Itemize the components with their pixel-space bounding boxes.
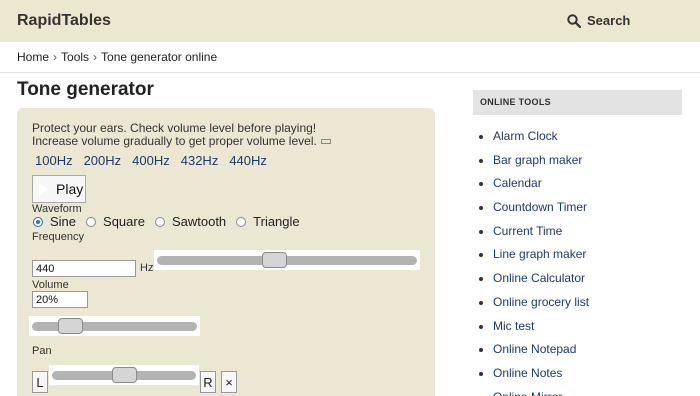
pan-right-button[interactable]: R — [200, 371, 216, 393]
breadcrumb-home[interactable]: Home — [17, 50, 49, 64]
sidebar-tool-link[interactable]: Alarm Clock — [479, 129, 589, 153]
waveform-sine-label: Sine — [50, 214, 77, 229]
tone-generator-panel: Protect your ears. Check volume level be… — [17, 108, 435, 396]
sidebar-tool-label: Current Time — [493, 223, 563, 238]
site-logo[interactable]: RapidTables — [17, 12, 111, 30]
sidebar-tool-label: Mic test — [493, 318, 535, 333]
sidebar-tool-link[interactable]: Online Notepad — [479, 342, 589, 366]
top-bar: RapidTables Search — [0, 0, 700, 42]
waveform-sawtooth-label: Sawtooth — [171, 214, 227, 229]
breadcrumb-current: Tone generator online — [101, 50, 218, 64]
volume-slider-thumb[interactable] — [58, 318, 83, 334]
preset-440hz[interactable]: 440Hz — [229, 153, 267, 168]
volume-input[interactable] — [32, 291, 88, 308]
sidebar-tool-label: Bar graph maker — [493, 152, 583, 167]
volume-slider-track — [32, 322, 197, 331]
sidebar-tool-label: Alarm Clock — [493, 129, 558, 143]
sidebar-tool-link[interactable]: Countdown Timer — [479, 200, 589, 224]
pan-slider[interactable] — [49, 365, 199, 385]
search-button[interactable]: Search — [567, 13, 630, 28]
waveform-options: Sine Square Sawtooth Triangle — [33, 214, 310, 229]
bullet-icon — [479, 324, 483, 329]
radio-triangle[interactable] — [236, 216, 247, 227]
preset-400hz[interactable]: 400Hz — [132, 153, 170, 168]
pan-left-button[interactable]: L — [32, 371, 48, 393]
sidebar-heading: ONLINE TOOLS — [473, 90, 682, 115]
preset-200hz[interactable]: 200Hz — [84, 153, 122, 168]
sidebar-tool-link[interactable]: Calendar — [479, 176, 589, 200]
breadcrumb-separator: › — [93, 50, 98, 64]
bullet-icon — [479, 229, 483, 234]
radio-sawtooth[interactable] — [154, 216, 165, 227]
bullet-icon — [479, 253, 483, 258]
bullet-icon — [479, 182, 483, 187]
frequency-slider-track — [157, 256, 417, 265]
sidebar-tool-link[interactable]: Current Time — [479, 224, 589, 248]
sidebar-tool-label: Online grocery list — [493, 294, 590, 309]
sidebar-tool-label: Calendar — [493, 176, 542, 191]
frequency-label: Frequency — [32, 231, 84, 243]
sidebar-tool-label: Online Calculator — [493, 271, 586, 286]
sidebar-tool-label: Online Mirror — [493, 390, 562, 396]
pan-label: Pan — [32, 345, 52, 357]
header-divider — [0, 72, 700, 73]
pan-reset-button[interactable]: × — [221, 371, 237, 393]
sidebar-tool-label: Online Notepad — [493, 342, 577, 357]
sidebar-tool-link[interactable]: Online Mirror — [479, 390, 589, 396]
sidebar-tool-link[interactable]: Online Calculator — [479, 271, 589, 295]
volume-label: Volume — [32, 279, 69, 291]
waveform-triangle-label: Triangle — [253, 214, 300, 229]
frequency-presets: 100Hz 200Hz 400Hz 432Hz 440Hz — [35, 153, 267, 168]
sidebar-tool-link[interactable]: Mic test — [479, 319, 589, 343]
warning-line-2: Increase volume gradually to get proper … — [32, 134, 317, 148]
search-icon — [567, 13, 581, 28]
frequency-slider-thumb[interactable] — [262, 252, 287, 268]
breadcrumb: Home › Tools › Tone generator online — [17, 50, 217, 64]
preset-100hz[interactable]: 100Hz — [35, 153, 73, 168]
volume-slider[interactable] — [29, 316, 200, 336]
frequency-slider[interactable] — [154, 250, 420, 270]
waveform-sawtooth[interactable]: Sawtooth — [154, 214, 227, 229]
bullet-icon — [479, 371, 483, 376]
sidebar-tool-link[interactable]: Bar graph maker — [479, 153, 589, 177]
sidebar-tool-label: Line graph maker — [493, 247, 587, 262]
breadcrumb-tools[interactable]: Tools — [61, 50, 89, 64]
frequency-input[interactable] — [32, 260, 136, 277]
preset-432hz[interactable]: 432Hz — [181, 153, 219, 168]
sidebar-tool-label: Countdown Timer — [493, 200, 588, 215]
warning-toggle[interactable] — [320, 139, 331, 145]
sidebar-tool-link[interactable]: Line graph maker — [479, 247, 589, 271]
search-label: Search — [587, 13, 631, 28]
bullet-icon — [479, 300, 483, 305]
sidebar-tool-label: Online Notes — [493, 365, 563, 380]
waveform-sine[interactable]: Sine — [33, 214, 76, 229]
waveform-square-label: Square — [103, 214, 145, 229]
breadcrumb-separator: › — [53, 50, 58, 64]
play-icon — [39, 183, 48, 195]
frequency-unit: Hz — [140, 262, 154, 274]
sidebar-tool-link[interactable]: Online Notes — [479, 366, 589, 390]
bullet-icon — [479, 158, 483, 163]
online-tools-list: Alarm Clock Bar graph maker Calendar Countd… — [479, 129, 589, 396]
bullet-icon — [479, 135, 483, 139]
pan-slider-thumb[interactable] — [112, 367, 137, 383]
waveform-triangle[interactable]: Triangle — [236, 214, 300, 229]
bullet-icon — [479, 348, 483, 353]
sidebar-tool-link[interactable]: Online grocery list — [479, 295, 589, 319]
page-title: Tone generator — [17, 79, 154, 100]
radio-square[interactable] — [86, 216, 97, 227]
bullet-icon — [479, 206, 483, 211]
radio-sine[interactable] — [33, 216, 43, 227]
play-label: Play — [56, 181, 84, 197]
volume-warning: Protect your ears. Check volume level be… — [32, 122, 331, 148]
play-button[interactable]: Play — [32, 175, 86, 203]
waveform-square[interactable]: Square — [86, 214, 145, 229]
bullet-icon — [479, 277, 483, 282]
